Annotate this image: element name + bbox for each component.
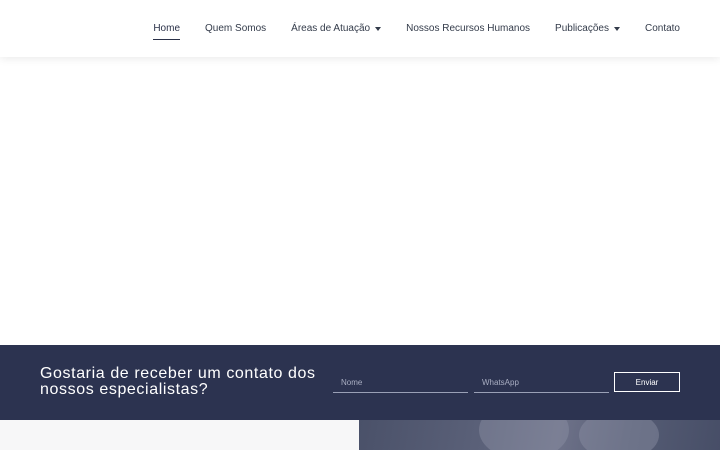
nav-item-quem-somos[interactable]: Quem Somos	[205, 0, 266, 57]
nav-item-areas-de-atuacao[interactable]: Áreas de Atuação	[291, 0, 382, 57]
caret-down-icon	[613, 26, 620, 31]
nav-item-label: Home	[153, 23, 181, 34]
cta-heading: Gostaria de receber um contato dos nosso…	[40, 366, 340, 398]
cta-heading-line-1: Gostaria de receber um contato dos	[40, 365, 316, 382]
nav-item-label: Quem Somos	[205, 23, 267, 34]
nav-item-label: Publicações	[555, 23, 609, 34]
hero-blank-area	[0, 57, 720, 345]
nav-item-home[interactable]: Home	[153, 0, 181, 57]
nav-item-label: Contato	[644, 23, 680, 34]
nav-item-label: Áreas de Atuação	[291, 23, 371, 34]
contact-cta-banner: Gostaria de receber um contato dos nosso…	[0, 345, 720, 420]
bottom-left-panel	[0, 420, 359, 450]
photo-blur-shape	[479, 420, 569, 450]
nav-item-recursos-humanos[interactable]: Nossos Recursos Humanos	[406, 0, 530, 57]
main-nav: Home Quem Somos Áreas de Atuação Nossos …	[128, 0, 680, 57]
cta-heading-line-2: nossos especialistas?	[40, 381, 209, 398]
active-underline	[153, 39, 181, 40]
whatsapp-field	[474, 372, 609, 393]
send-button[interactable]: Enviar	[614, 372, 680, 392]
nav-item-contato[interactable]: Contato	[645, 0, 680, 57]
nav-item-publicacoes[interactable]: Publicações	[555, 0, 620, 57]
photo-blur-shape	[579, 420, 659, 450]
caret-down-icon	[375, 26, 382, 31]
whatsapp-input[interactable]	[474, 372, 609, 393]
name-input[interactable]	[333, 372, 468, 393]
site-header: Home Quem Somos Áreas de Atuação Nossos …	[0, 0, 720, 57]
nav-item-label: Nossos Recursos Humanos	[406, 23, 531, 34]
name-field	[333, 372, 468, 393]
bottom-right-photo	[359, 420, 720, 450]
